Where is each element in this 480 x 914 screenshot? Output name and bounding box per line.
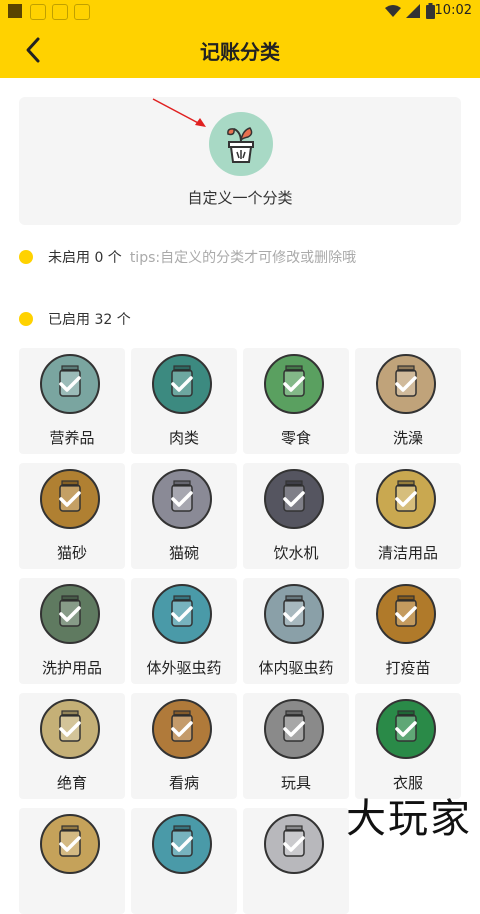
clipboard-icon [152,699,212,759]
add-custom-category-card[interactable]: 自定义一个分类 [19,97,461,225]
care-bottle-icon [40,584,100,644]
signal-icon [406,4,420,18]
category-item[interactable]: 零食 [243,348,349,454]
category-item[interactable]: 猫砂 [19,463,125,569]
enabled-count: 已启用 32 个 [48,312,131,328]
app-notification-icon [74,4,90,20]
category-item[interactable]: 营养品 [19,348,125,454]
status-bar: 10:02 [0,0,480,22]
status-time: 10:02 [434,3,472,18]
category-label: 体外驱虫药 [146,659,222,677]
water-dispenser-icon [264,469,324,529]
sterilization-icon [40,699,100,759]
cat-bowl-icon [152,469,212,529]
app-notification-icon [52,4,68,20]
category-item[interactable]: 洗护用品 [19,578,125,684]
category-label: 饮水机 [273,544,319,562]
cat-litter-icon [40,469,100,529]
category-item[interactable] [19,808,125,914]
category-item[interactable]: 清洁用品 [355,463,461,569]
cleaning-bottle-icon [376,469,436,529]
category-label: 洗护用品 [41,659,102,677]
category-label: 洗澡 [392,429,423,447]
category-item[interactable] [243,808,349,914]
title-bar: 记账分类 [0,22,480,78]
category-label: 肉类 [168,429,199,447]
clothes-icon [376,699,436,759]
category-item[interactable]: 体内驱虫药 [243,578,349,684]
category-item[interactable]: 打疫苗 [355,578,461,684]
category-item[interactable]: 肉类 [131,348,237,454]
yellow-dot-icon [19,312,33,326]
category-label: 体内驱虫药 [258,659,334,677]
meat-can-icon [152,354,212,414]
yellow-dot-icon [19,250,33,264]
tips-text: tips:自定义的分类才可修改或删除哦 [129,250,357,266]
enabled-section: 已启用 32 个 [19,308,461,330]
category-item[interactable]: 绝育 [19,693,125,799]
custom-category-label: 自定义一个分类 [187,189,293,207]
category-item[interactable]: 看病 [131,693,237,799]
category-label: 玩具 [280,774,311,792]
app-notification-icon [30,4,46,20]
disabled-section: 未启用 0 个 tips:自定义的分类才可修改或删除哦 [19,246,461,268]
category-item[interactable]: 洗澡 [355,348,461,454]
category-label: 猫碗 [168,544,199,562]
external-deworm-icon [152,584,212,644]
internal-deworm-icon [264,584,324,644]
disabled-count: 未启用 0 个 [48,250,122,266]
toy-icon [264,699,324,759]
supplement-jar-icon [40,354,100,414]
category-label: 绝育 [56,774,87,792]
brush-icon [264,814,324,874]
guide-arrow-icon [152,98,206,127]
vaccine-icon [376,584,436,644]
sprout-pot-icon[interactable] [209,112,273,176]
category-item[interactable]: 玩具 [243,693,349,799]
page-title: 记账分类 [200,40,280,64]
category-item[interactable] [131,808,237,914]
tools-icon [40,814,100,874]
snack-jar-icon [264,354,324,414]
category-label: 零食 [280,429,311,447]
category-label: 打疫苗 [385,659,431,677]
category-item[interactable]: 体外驱虫药 [131,578,237,684]
app-notification-icon [8,4,22,18]
bath-tub-icon [376,354,436,414]
category-label: 清洁用品 [377,544,438,562]
category-item[interactable]: 饮水机 [243,463,349,569]
category-label: 看病 [168,774,199,792]
category-item[interactable]: 衣服 [355,693,461,799]
category-item[interactable]: 猫碗 [131,463,237,569]
watermark-text: 大玩家 [346,796,472,842]
category-label: 猫砂 [56,544,87,562]
wifi-icon [385,5,401,17]
category-label: 营养品 [49,429,95,447]
spray-icon [152,814,212,874]
